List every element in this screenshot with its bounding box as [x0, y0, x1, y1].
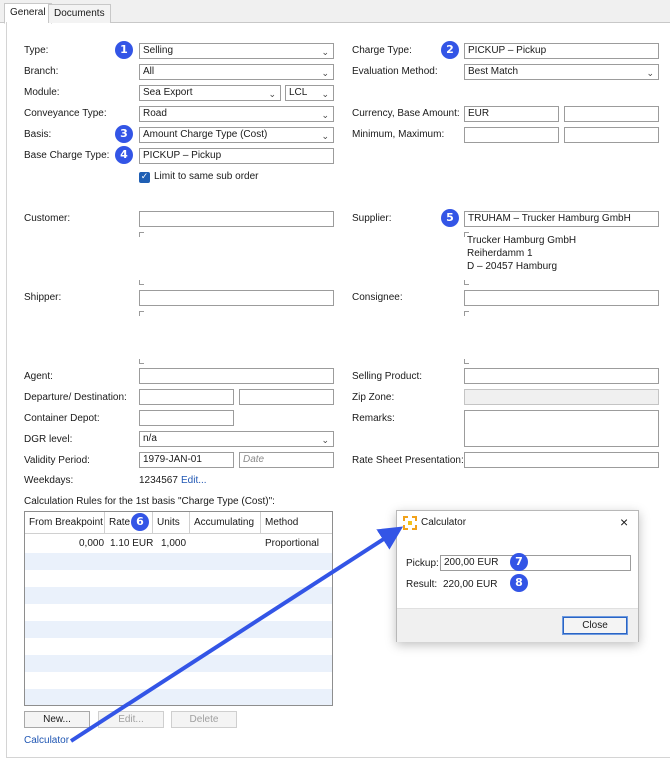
- callout-badge: 8: [510, 574, 528, 592]
- callout-badge: 3: [115, 125, 133, 143]
- callout-badge: 7: [510, 553, 528, 571]
- callout-badge: 5: [441, 209, 459, 227]
- callout-badge: 1: [115, 41, 133, 59]
- callout-badge: 4: [115, 146, 133, 164]
- callout-arrow: [69, 526, 404, 743]
- callout-badge: 6: [131, 513, 149, 531]
- callout-badge: 2: [441, 41, 459, 59]
